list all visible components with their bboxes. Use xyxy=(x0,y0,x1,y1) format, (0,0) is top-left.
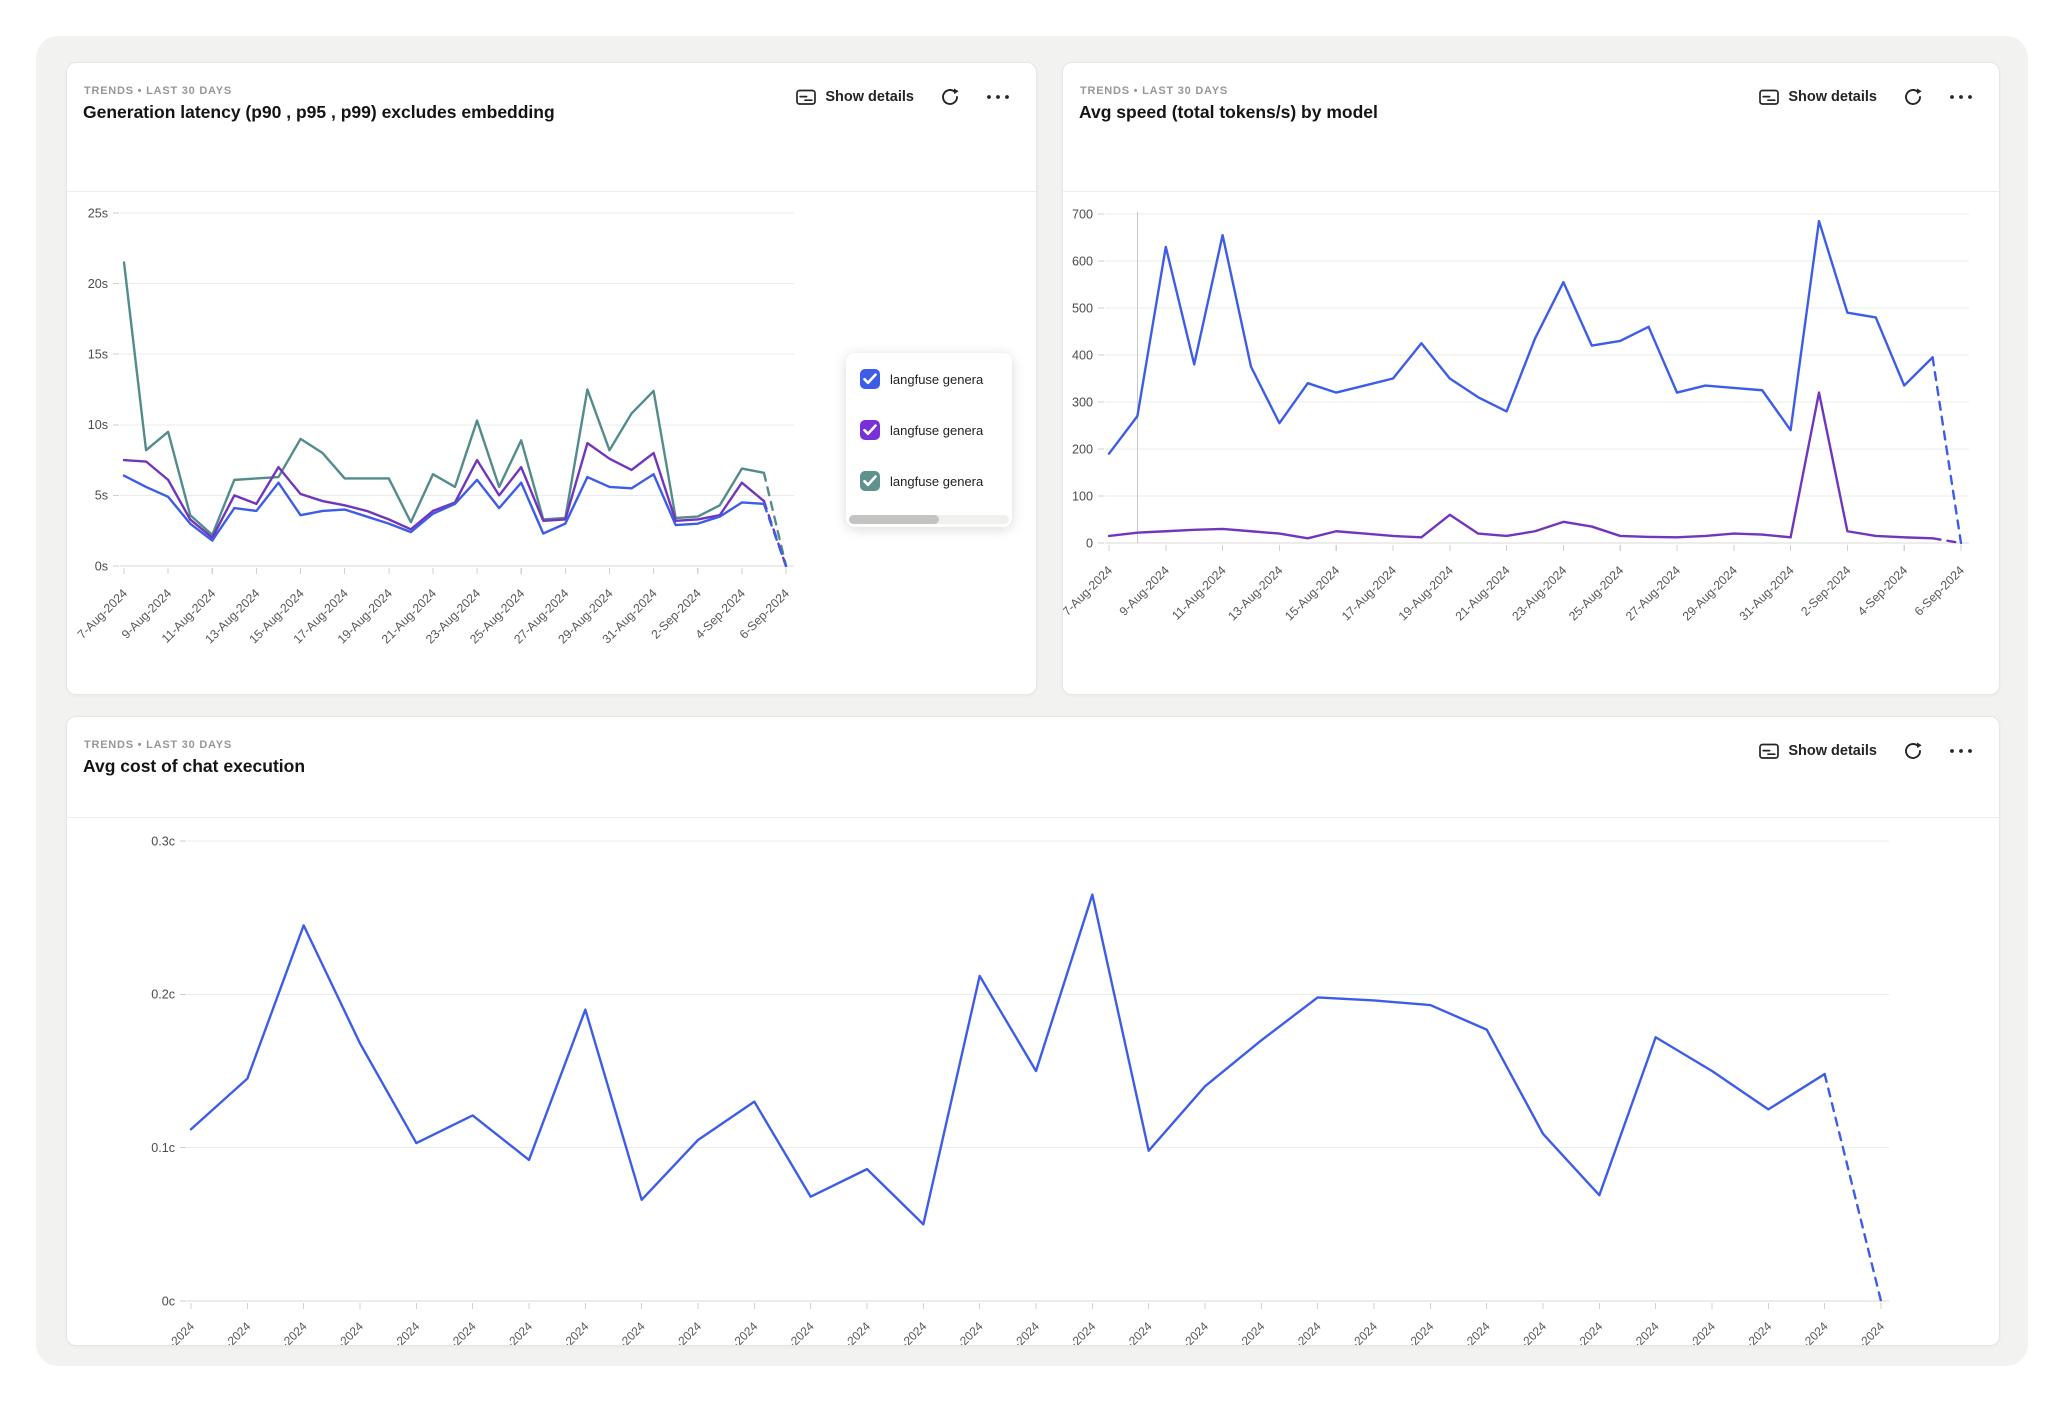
svg-text:15-Aug-2024: 15-Aug-2024 xyxy=(1282,563,1342,623)
svg-text:22-Aug-2024: 22-Aug-2024 xyxy=(983,1319,1042,1345)
svg-text:4-Sep-2024: 4-Sep-2024 xyxy=(1855,563,1910,618)
svg-text:20s: 20s xyxy=(88,277,108,291)
checkbox-checked-icon[interactable] xyxy=(860,471,880,491)
legend-scrollbar-track xyxy=(849,515,1009,524)
svg-text:11-Aug-2024: 11-Aug-2024 xyxy=(364,1319,423,1345)
svg-text:0.2c: 0.2c xyxy=(151,988,175,1002)
svg-text:10s: 10s xyxy=(88,418,108,432)
svg-text:25-Aug-2024: 25-Aug-2024 xyxy=(1566,563,1626,623)
svg-text:2-Sep-2024: 2-Sep-2024 xyxy=(1608,1319,1662,1345)
svg-text:19-Aug-2024: 19-Aug-2024 xyxy=(814,1319,873,1345)
svg-text:23-Aug-2024: 23-Aug-2024 xyxy=(1039,1319,1098,1345)
svg-text:26-Aug-2024: 26-Aug-2024 xyxy=(1208,1319,1267,1345)
svg-text:25s: 25s xyxy=(88,206,108,220)
svg-text:8-Aug-2024: 8-Aug-2024 xyxy=(199,1319,253,1345)
svg-text:9-Aug-2024: 9-Aug-2024 xyxy=(256,1319,310,1345)
svg-text:31-Aug-2024: 31-Aug-2024 xyxy=(1737,563,1797,623)
svg-text:31-Aug-2024: 31-Aug-2024 xyxy=(1490,1319,1549,1345)
svg-text:4-Sep-2024: 4-Sep-2024 xyxy=(1720,1319,1774,1345)
svg-text:27-Aug-2024: 27-Aug-2024 xyxy=(1265,1319,1324,1345)
legend-item-p90[interactable]: langfuse genera xyxy=(860,369,1002,389)
card-avg-cost: TRENDS • LAST 30 DAYS Avg cost of chat e… xyxy=(66,716,2000,1346)
svg-text:21-Aug-2024: 21-Aug-2024 xyxy=(1453,563,1513,623)
svg-text:21-Aug-2024: 21-Aug-2024 xyxy=(927,1319,986,1345)
svg-text:7-Aug-2024: 7-Aug-2024 xyxy=(1063,563,1115,618)
svg-text:28-Aug-2024: 28-Aug-2024 xyxy=(1321,1319,1380,1345)
legend-item-p95[interactable]: langfuse genera xyxy=(860,420,1002,440)
speed-chart[interactable]: 700 600 500 400 300 200 100 0 7-Aug-20249-Aug-20… xyxy=(1063,63,1999,694)
card-avg-speed: TRENDS • LAST 30 DAYS Avg speed (total t… xyxy=(1062,62,2000,695)
svg-text:400: 400 xyxy=(1072,348,1093,362)
svg-text:25-Aug-2024: 25-Aug-2024 xyxy=(1152,1319,1211,1345)
legend: langfuse genera langfuse genera langfuse… xyxy=(846,353,1012,527)
svg-text:24-Aug-2024: 24-Aug-2024 xyxy=(1096,1319,1155,1345)
svg-text:29-Aug-2024: 29-Aug-2024 xyxy=(1680,563,1740,623)
svg-text:7-Aug-2024: 7-Aug-2024 xyxy=(143,1319,197,1345)
svg-text:10-Aug-2024: 10-Aug-2024 xyxy=(307,1319,366,1345)
svg-text:3-Sep-2024: 3-Sep-2024 xyxy=(1664,1319,1718,1345)
svg-text:12-Aug-2024: 12-Aug-2024 xyxy=(420,1319,479,1345)
svg-text:9-Aug-2024: 9-Aug-2024 xyxy=(1117,563,1172,618)
svg-text:17-Aug-2024: 17-Aug-2024 xyxy=(701,1319,760,1345)
svg-text:18-Aug-2024: 18-Aug-2024 xyxy=(758,1319,817,1345)
svg-text:5s: 5s xyxy=(95,489,108,503)
svg-text:700: 700 xyxy=(1072,207,1093,221)
svg-text:14-Aug-2024: 14-Aug-2024 xyxy=(532,1319,591,1345)
svg-text:6-Sep-2024: 6-Sep-2024 xyxy=(1912,563,1967,618)
svg-text:11-Aug-2024: 11-Aug-2024 xyxy=(1169,563,1229,623)
svg-text:17-Aug-2024: 17-Aug-2024 xyxy=(1339,563,1399,623)
dashboard-surface: TRENDS • LAST 30 DAYS Generation latency… xyxy=(36,36,2028,1366)
checkbox-checked-icon[interactable] xyxy=(860,420,880,440)
svg-text:13-Aug-2024: 13-Aug-2024 xyxy=(476,1319,535,1345)
svg-text:100: 100 xyxy=(1072,489,1093,503)
svg-text:27-Aug-2024: 27-Aug-2024 xyxy=(1623,563,1683,623)
svg-text:29-Aug-2024: 29-Aug-2024 xyxy=(1377,1319,1436,1345)
svg-text:500: 500 xyxy=(1072,301,1093,315)
svg-text:6-Sep-2024: 6-Sep-2024 xyxy=(1833,1319,1887,1345)
svg-text:0s: 0s xyxy=(95,559,108,573)
svg-text:19-Aug-2024: 19-Aug-2024 xyxy=(1396,563,1456,623)
card-generation-latency: TRENDS • LAST 30 DAYS Generation latency… xyxy=(66,62,1037,695)
svg-text:13-Aug-2024: 13-Aug-2024 xyxy=(1225,563,1285,623)
legend-label: langfuse genera xyxy=(890,423,1002,438)
svg-text:0.3c: 0.3c xyxy=(151,834,175,848)
svg-text:300: 300 xyxy=(1072,395,1093,409)
svg-text:2-Sep-2024: 2-Sep-2024 xyxy=(1798,563,1853,618)
svg-text:600: 600 xyxy=(1072,254,1093,268)
legend-scrollbar-thumb[interactable] xyxy=(849,515,939,524)
cost-chart[interactable]: 0.3c 0.2c 0.1c 0c 7-Aug-20248-Aug-20249-Aug-… xyxy=(67,717,1999,1345)
svg-text:20-Aug-2024: 20-Aug-2024 xyxy=(870,1319,929,1345)
svg-text:0: 0 xyxy=(1086,536,1093,550)
legend-item-p99[interactable]: langfuse genera xyxy=(860,471,1002,491)
svg-text:5-Sep-2024: 5-Sep-2024 xyxy=(1777,1319,1831,1345)
svg-text:15s: 15s xyxy=(88,348,108,362)
svg-text:0c: 0c xyxy=(162,1294,175,1308)
svg-text:15-Aug-2024: 15-Aug-2024 xyxy=(589,1319,648,1345)
svg-text:200: 200 xyxy=(1072,442,1093,456)
legend-label: langfuse genera xyxy=(890,474,1002,489)
svg-text:23-Aug-2024: 23-Aug-2024 xyxy=(1509,563,1569,623)
checkbox-checked-icon[interactable] xyxy=(860,369,880,389)
svg-text:0.1c: 0.1c xyxy=(151,1141,175,1155)
svg-text:16-Aug-2024: 16-Aug-2024 xyxy=(645,1319,704,1345)
legend-label: langfuse genera xyxy=(890,372,1002,387)
svg-text:30-Aug-2024: 30-Aug-2024 xyxy=(1434,1319,1493,1345)
svg-text:1-Sep-2024: 1-Sep-2024 xyxy=(1551,1319,1605,1345)
